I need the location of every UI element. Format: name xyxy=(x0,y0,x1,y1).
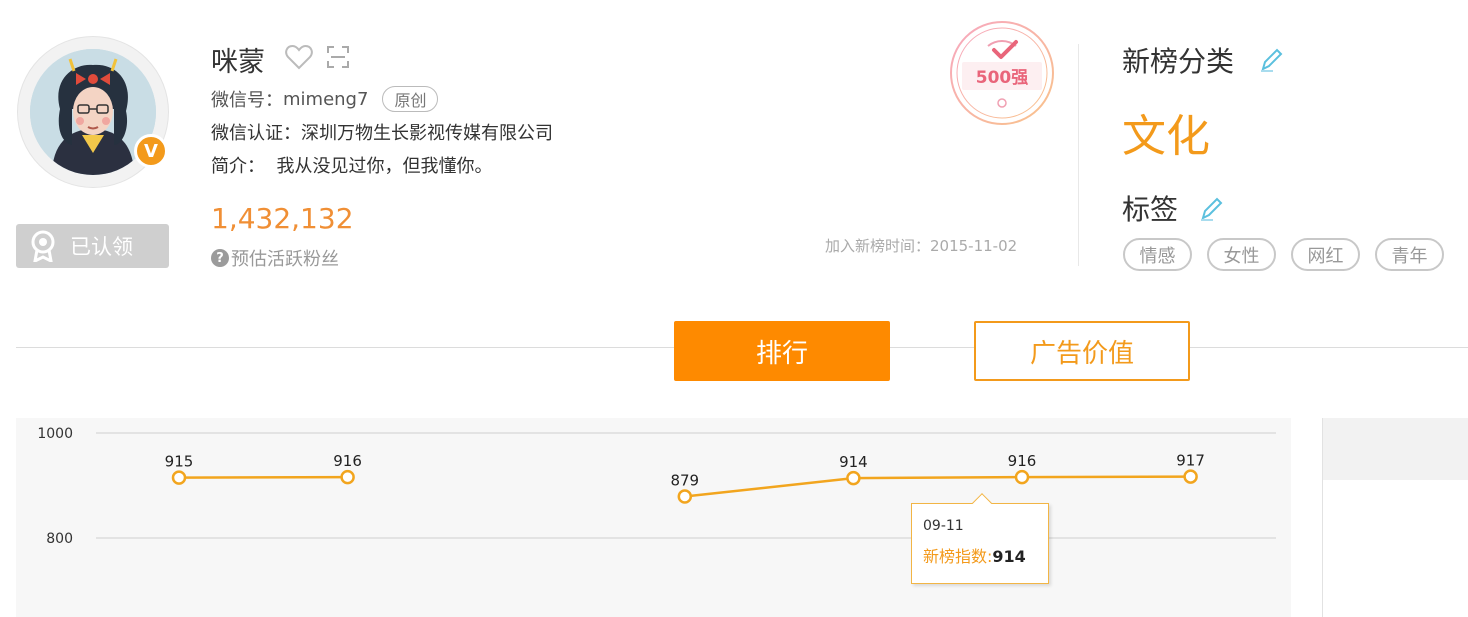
y-tick-label: 800 xyxy=(46,531,73,547)
chart-tooltip: 09-11 新榜指数:914 xyxy=(911,493,1049,584)
data-point xyxy=(846,470,861,486)
series-line-segment xyxy=(853,475,1023,480)
data-label: 879 xyxy=(670,472,699,490)
data-point xyxy=(677,489,693,504)
series-line-segment xyxy=(684,476,854,498)
tooltip-line: 新榜指数:914 xyxy=(923,543,1048,567)
y-tick-label: 1000 xyxy=(37,426,73,442)
data-point xyxy=(340,469,355,485)
data-label: 915 xyxy=(165,453,194,471)
tooltip-value: 914 xyxy=(992,547,1026,566)
data-point xyxy=(1183,469,1198,484)
data-label: 916 xyxy=(1008,452,1037,470)
data-label: 917 xyxy=(1176,452,1205,470)
series-line-segment xyxy=(178,475,348,479)
series-line-segment xyxy=(1021,475,1191,479)
data-point xyxy=(171,470,187,485)
data-point xyxy=(1014,469,1030,485)
data-label: 914 xyxy=(839,453,868,471)
ranking-line-chart: 1000 800 915 916 879 914 916 917 xyxy=(37,426,1276,547)
tooltip-label: 新榜指数: xyxy=(923,547,993,566)
data-label: 916 xyxy=(333,452,362,470)
tooltip-date: 09-11 xyxy=(923,518,964,534)
